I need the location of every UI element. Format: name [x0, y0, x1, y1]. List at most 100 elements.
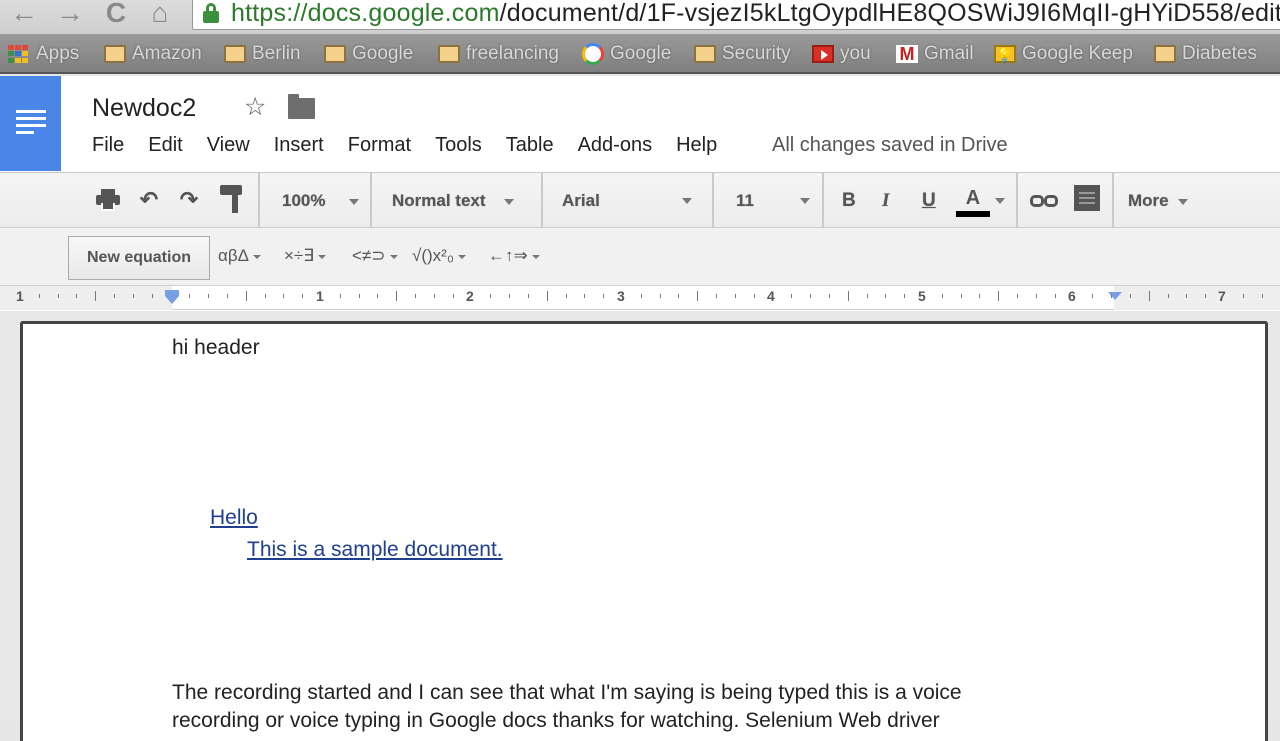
bookmark-apps[interactable]: Apps [8, 42, 79, 66]
bookmark-google-folder[interactable]: Google [324, 42, 413, 66]
operators-menu[interactable]: ×÷∃ [284, 246, 326, 266]
insert-link-icon[interactable] [1030, 195, 1060, 207]
paragraph-line-1[interactable]: The recording started and I can see that… [172, 681, 962, 705]
bookmark-label: you [840, 43, 871, 64]
ruler-tick [998, 291, 999, 301]
zoom-select[interactable]: 100% [282, 187, 360, 215]
ruler[interactable]: 1 1 2 3 4 5 6 7 [0, 286, 1280, 310]
font-select[interactable]: Arial [562, 187, 692, 215]
ruler-tick [453, 294, 454, 298]
google-icon [582, 43, 604, 65]
bookmark-label: Diabetes [1182, 43, 1257, 64]
star-icon[interactable]: ☆ [244, 92, 266, 122]
menu-tools[interactable]: Tools [435, 134, 482, 157]
ruler-tick [359, 294, 360, 298]
relations-menu[interactable]: <≠⊃ [352, 246, 398, 266]
chevron-down-icon[interactable] [995, 198, 1005, 204]
move-to-folder-icon[interactable] [288, 94, 315, 119]
document-header-text[interactable]: hi header [172, 336, 260, 360]
undo-icon[interactable]: ↶ [136, 187, 162, 213]
back-arrow-icon[interactable]: ← [6, 0, 42, 28]
text-color-button[interactable]: A [955, 187, 991, 217]
ruler-tick [603, 294, 604, 298]
paint-format-icon[interactable] [220, 185, 244, 215]
paragraph-line-2[interactable]: recording or voice typing in Google docs… [172, 709, 940, 733]
sample-document-link[interactable]: This is a sample document. [247, 538, 503, 562]
home-icon[interactable]: ⌂ [142, 0, 178, 28]
paragraph-style-select[interactable]: Normal text [392, 187, 515, 215]
menu-help[interactable]: Help [676, 134, 717, 157]
menu-file[interactable]: File [92, 134, 124, 157]
ruler-tick [1262, 294, 1263, 298]
font-size-select[interactable]: 11 [736, 187, 810, 215]
reload-icon[interactable]: C [98, 0, 134, 28]
bookmark-google[interactable]: Google [582, 42, 671, 66]
address-bar[interactable]: https://docs.google.com/document/d/1F-vs… [192, 0, 1280, 30]
folder-icon [438, 45, 460, 63]
menu-addons[interactable]: Add-ons [578, 134, 653, 157]
math-operations-menu[interactable]: √()x²₀ [412, 246, 466, 266]
menu-edit[interactable]: Edit [148, 134, 182, 157]
ruler-tick [547, 291, 548, 301]
folder-icon [104, 45, 126, 63]
insert-comment-icon[interactable] [1074, 185, 1100, 211]
menu-view[interactable]: View [207, 134, 250, 157]
zoom-value: 100% [282, 191, 326, 210]
bookmarks-bar: Apps Amazon Berlin Google freelancing Go… [0, 34, 1280, 74]
ruler-label: 3 [617, 288, 625, 304]
menu-format[interactable]: Format [348, 134, 411, 157]
arrows-menu[interactable]: ←↑⇒ [488, 246, 540, 266]
toolbar-divider [541, 173, 543, 229]
ruler-tick [95, 291, 96, 301]
ruler-tick [283, 294, 284, 298]
ruler-label: 1 [16, 288, 24, 304]
ruler-tick [716, 294, 717, 298]
print-icon[interactable] [96, 189, 120, 211]
bookmark-berlin[interactable]: Berlin [224, 42, 301, 66]
relations-label: <≠⊃ [352, 246, 386, 265]
ruler-tick [1168, 294, 1169, 298]
chevron-down-icon [252, 254, 261, 259]
left-indent-marker[interactable] [165, 290, 179, 304]
ruler-tick [979, 294, 980, 298]
new-equation-button[interactable]: New equation [68, 236, 210, 280]
redo-icon[interactable]: ↷ [176, 187, 202, 213]
chevron-down-icon [504, 198, 515, 205]
bookmark-freelancing[interactable]: freelancing [438, 42, 559, 66]
bookmark-youtube[interactable]: you [812, 42, 871, 66]
folder-icon [694, 45, 716, 63]
document-title[interactable]: Newdoc2 [92, 94, 196, 123]
url-path: /document/d/1F-vsjezI5kLtgOypdlHE8QOSWiJ… [499, 0, 1280, 27]
bookmark-security[interactable]: Security [694, 42, 791, 66]
keep-icon: 💡 [994, 45, 1016, 63]
ruler-tick [829, 294, 830, 298]
document-page[interactable]: hi header Hello This is a sample documen… [20, 321, 1268, 741]
bookmark-google-keep[interactable]: 💡 Google Keep [994, 42, 1133, 66]
chevron-down-icon [531, 254, 540, 259]
bookmark-diabetes[interactable]: Diabetes [1154, 42, 1257, 66]
menu-insert[interactable]: Insert [274, 134, 324, 157]
equation-toolbar: New equation αβΔ ×÷∃ <≠⊃ √()x²₀ ←↑⇒ [0, 228, 1280, 286]
arrows-label: ←↑⇒ [488, 246, 528, 265]
underline-button[interactable]: U [922, 187, 936, 215]
ruler-tick [189, 294, 190, 298]
forward-arrow-icon[interactable]: → [52, 0, 88, 28]
left-margin-area [0, 286, 172, 310]
ruler-tick [754, 294, 755, 298]
docs-home-button[interactable] [0, 76, 61, 171]
bookmark-gmail[interactable]: M Gmail [896, 42, 974, 66]
more-button[interactable]: More [1128, 187, 1189, 215]
ruler-tick [810, 294, 811, 298]
greek-letters-menu[interactable]: αβΔ [218, 246, 261, 266]
style-value: Normal text [392, 191, 486, 210]
menu-table[interactable]: Table [506, 134, 554, 157]
hello-link[interactable]: Hello [210, 506, 258, 530]
ruler-tick [340, 294, 341, 298]
italic-button[interactable]: I [882, 187, 889, 215]
font-size-value: 11 [736, 191, 754, 210]
menu-bar: File Edit View Insert Format Tools Table… [92, 134, 741, 157]
ruler-tick [1055, 294, 1056, 298]
bookmark-amazon[interactable]: Amazon [104, 42, 202, 66]
ruler-tick [377, 294, 378, 298]
bold-button[interactable]: B [842, 187, 856, 215]
